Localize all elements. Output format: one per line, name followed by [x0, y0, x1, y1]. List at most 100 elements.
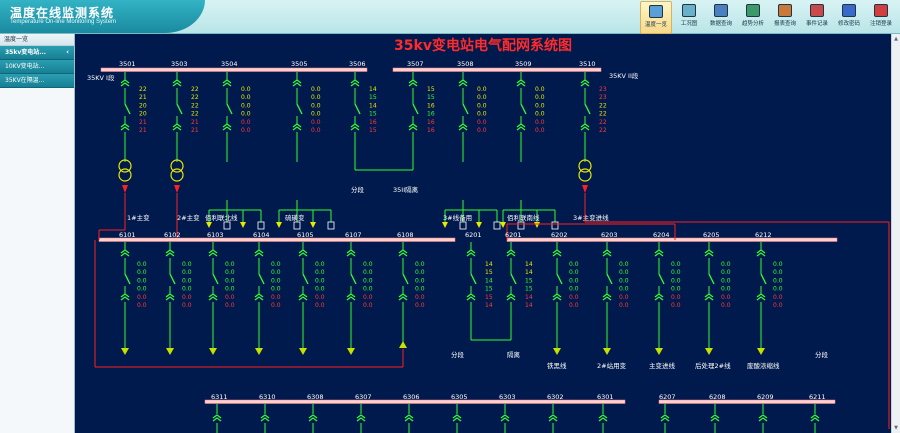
temperature-value: 21	[139, 94, 147, 101]
disconnect-chevron	[172, 82, 182, 87]
temperature-value: 0.0	[477, 94, 487, 101]
temperature-value: 0.0	[477, 127, 487, 134]
temperature-value: 14	[485, 277, 493, 284]
breaker-switch	[296, 103, 303, 115]
disconnect-chevron	[758, 417, 768, 422]
disconnect-chevron	[408, 126, 418, 131]
temperature-value: 15	[369, 127, 377, 134]
feeder-number: 3505	[291, 60, 308, 68]
disconnect-chevron	[346, 296, 356, 301]
temperature-value: 0.0	[619, 286, 629, 293]
device-icon	[327, 221, 335, 230]
disconnect-chevron	[120, 252, 130, 257]
toolbar-button-1[interactable]: 工况图	[674, 1, 704, 32]
temperature-value: 15	[369, 94, 377, 101]
disconnect-chevron	[398, 296, 408, 301]
temperature-value: 0.0	[271, 261, 281, 268]
temperature-value: 0.0	[671, 294, 681, 301]
label-section: 分段	[451, 350, 465, 359]
feeder-number: 6107	[345, 231, 362, 239]
breaker-switch	[760, 273, 767, 285]
feeder-number: 3507	[407, 60, 424, 68]
breaker-switch	[520, 103, 527, 115]
disconnect-chevron	[292, 126, 302, 131]
toolbar-button-label: 工况图	[680, 21, 698, 27]
disconnect-chevron	[404, 417, 414, 422]
toolbar-button-5[interactable]: 事件记录	[802, 1, 832, 32]
toolbar-button-0[interactable]: 温度一览	[640, 1, 672, 34]
temperature-value: 0.0	[311, 94, 321, 101]
device-icon	[551, 221, 559, 230]
temperature-value: 0.0	[671, 261, 681, 268]
toolbar-button-3[interactable]: 趋势分析	[738, 1, 768, 32]
disconnect-chevron	[222, 82, 232, 87]
toolbar-button-4[interactable]: 报表查询	[770, 1, 800, 32]
vertical-scrollbar[interactable]: ▲ ▼	[891, 34, 900, 433]
feeder-number: 6104	[253, 231, 270, 239]
temperature-value: 0.0	[137, 302, 147, 309]
breaker-switch	[584, 103, 591, 115]
temperature-value: 0.0	[182, 277, 192, 284]
feeder-number: 6101	[119, 231, 136, 239]
sidebar-item-10kv-substation[interactable]: 10KV变电站...	[0, 60, 74, 74]
temperature-value: 14	[525, 302, 533, 309]
load-arrow-icon	[121, 348, 129, 355]
temperature-value: 0.0	[535, 102, 545, 109]
temperature-value: 0.0	[415, 277, 425, 284]
single-line-diagram: 35kv变电站电气配网系统图35KV I段 35KV II段35012221202…	[87, 37, 890, 433]
load-arrow-icon	[476, 222, 482, 228]
feeder-number: 6307	[355, 393, 372, 401]
label-transformer-1: 1#主变	[127, 213, 150, 222]
feeder-number: 3508	[457, 60, 474, 68]
temperature-value: 14	[369, 102, 377, 109]
disconnect-chevron	[458, 82, 468, 87]
scroll-up-icon[interactable]: ▲	[893, 36, 899, 42]
event-icon	[810, 4, 824, 17]
temperature-value: 20	[139, 111, 147, 118]
breaker-switch	[354, 103, 361, 115]
temperature-value: 0.0	[225, 302, 235, 309]
toolbar-button-6[interactable]: 修改密码	[834, 1, 864, 32]
breaker-switch	[124, 273, 131, 285]
toolbar-button-label: 趋势分析	[741, 21, 764, 27]
temperature-value: 0.0	[535, 119, 545, 126]
breaker-switch	[658, 273, 665, 285]
toolbar-button-label: 温度一览	[644, 22, 667, 28]
disconnect-chevron	[172, 126, 182, 131]
temperature-value: 0.0	[721, 286, 731, 293]
scroll-down-icon[interactable]: ▼	[893, 425, 899, 431]
temperature-value: 14	[369, 86, 377, 93]
load-arrow-icon	[347, 348, 355, 355]
disconnect-chevron	[506, 296, 516, 301]
disconnect-chevron	[598, 417, 608, 422]
disconnect-chevron	[756, 296, 766, 301]
temperature-value: 14	[485, 261, 493, 268]
temperature-value: 0.0	[535, 111, 545, 118]
toolbar-button-2[interactable]: 数据查询	[706, 1, 736, 32]
load-arrow-icon	[705, 348, 713, 355]
temperature-value: 0.0	[311, 111, 321, 118]
temperature-value: 0.0	[315, 277, 325, 284]
feeder-number: 3504	[221, 60, 238, 68]
temperature-value: 0.0	[225, 286, 235, 293]
feeder-number: 6207	[659, 393, 676, 401]
toolbar-button-label: 事件记录	[805, 21, 828, 27]
toolbar-button-7[interactable]: 注销登录	[866, 1, 896, 32]
temperature-value: 0.0	[225, 269, 235, 276]
temperature-value: 0.0	[671, 302, 681, 309]
breaker-red-icon	[582, 185, 588, 193]
feeder-number: 6202	[551, 231, 568, 239]
temperature-value: 0.0	[619, 261, 629, 268]
label-transformer-3-incoming: 3#主变进线	[573, 213, 609, 222]
temperature-value: 0.0	[721, 294, 731, 301]
sidebar-item-35kv-isolation[interactable]: 35KV在隔温...	[0, 74, 74, 88]
bus-label-ii: 35KV II段	[609, 71, 639, 80]
temperature-value: 0.0	[619, 277, 629, 284]
toolbar: 温度一览 工况图 数据查询 趋势分析 报表查询 事件记录 修改密码 注销登录	[640, 1, 896, 34]
temperature-value: 0.0	[241, 86, 251, 93]
temperature-value: 0.0	[182, 286, 192, 293]
sidebar-item-35kv-substation[interactable]: 35kv变电站... ‹	[0, 46, 74, 60]
sidebar-heading: 温度一览	[0, 34, 74, 46]
disconnect-chevron	[810, 417, 820, 422]
temperature-value: 0.0	[311, 102, 321, 109]
